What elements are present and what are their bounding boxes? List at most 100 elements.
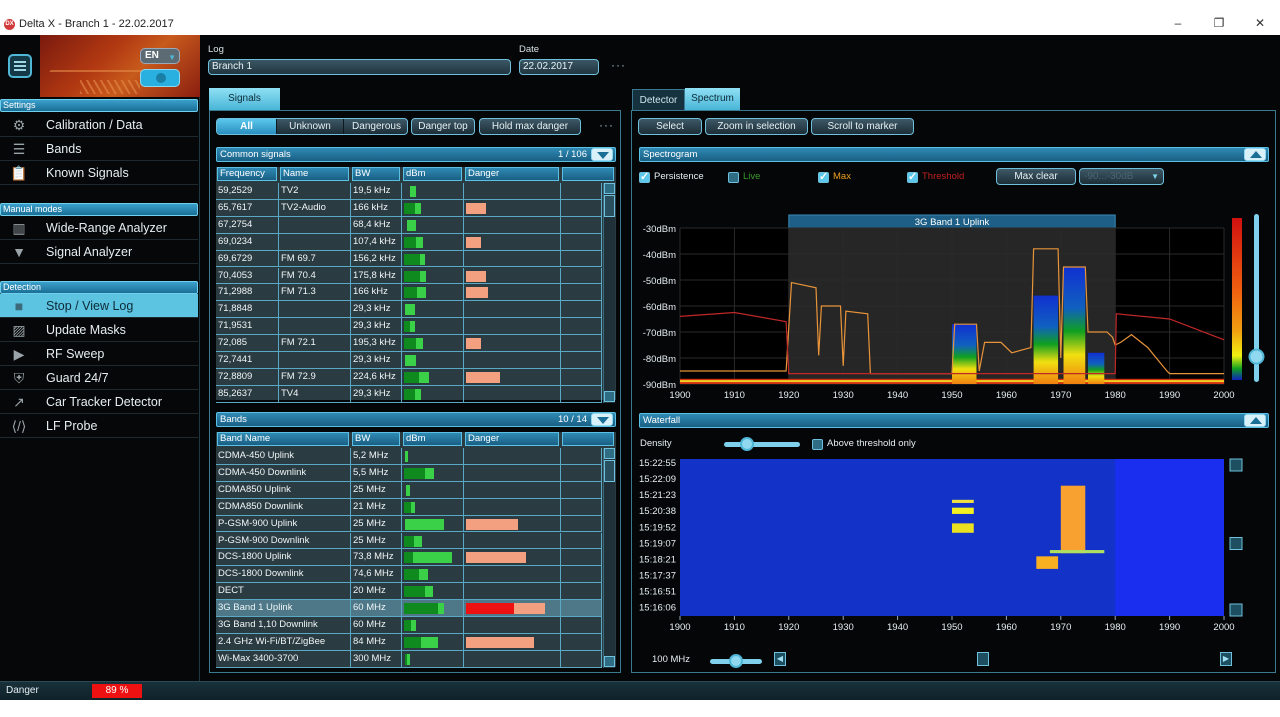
span-slider-handle[interactable] [729,654,743,668]
sidebar-item-bands[interactable]: ☰ Bands [0,137,198,161]
column-header[interactable]: Frequency [217,167,277,181]
vertical-scrollbar[interactable] [603,448,615,668]
horizontal-scroll-thumb[interactable] [977,652,989,666]
scroll-thumb[interactable] [604,195,615,217]
checkbox-live[interactable] [728,172,739,183]
scroll-right-button[interactable]: ▶ [1220,652,1232,666]
sidebar-item-lf-probe[interactable]: ⟨/⟩ LF Probe [0,414,198,438]
checkbox-persistence[interactable] [639,170,650,183]
maximize-button[interactable]: ❐ [1209,15,1229,31]
table-row[interactable]: CDMA-450 Uplink 5,2 MHz [216,448,602,465]
table-row[interactable]: CDMA-450 Downlink 5,5 MHz [216,464,602,482]
sidebar-item-car-tracker-detector[interactable]: ↗ Car Tracker Detector [0,390,198,414]
column-header[interactable]: Band Name [217,432,349,446]
column-header[interactable]: BW [352,167,400,181]
table-row[interactable]: DCS-1800 Downlink 74,6 MHz [216,566,602,584]
sidebar-item-known-signals[interactable]: 📋 Known Signals [0,161,198,185]
column-header[interactable]: dBm [403,167,462,181]
scroll-up-button[interactable] [604,448,615,459]
table-row[interactable]: DECT 20 MHz [216,583,602,601]
hamburger-menu-button[interactable] [8,54,32,78]
table-row[interactable]: 3G Band 1 Uplink 60 MHz [216,600,602,617]
sidebar-item-guard-24-7[interactable]: ⛨ Guard 24/7 [0,366,198,390]
table-row[interactable]: 72,085 FM 72.1 195,3 kHz [216,335,602,352]
table-row[interactable]: 85,2637 TV4 29,3 kHz [216,385,602,403]
sidebar-item-update-masks[interactable]: ▨ Update Masks [0,318,198,342]
scroll-down-button[interactable] [1229,603,1243,617]
sidebar-item-stop-view-log[interactable]: ■ Stop / View Log [0,294,198,318]
date-input[interactable]: 22.02.2017 [519,59,599,75]
scroll-left-button[interactable]: ◀ [774,652,786,666]
scroll-up-button[interactable] [604,183,615,194]
collapse-button[interactable] [1244,148,1266,161]
table-row[interactable]: 71,2988 FM 71.3 166 kHz [216,284,602,302]
column-header[interactable]: dBm [403,432,462,446]
column-header[interactable]: Danger [465,167,559,181]
close-button[interactable]: ✕ [1250,15,1270,31]
collapse-button[interactable] [1244,414,1266,427]
scroll-up-button[interactable] [1229,458,1243,472]
sidebar-item-calibration-data[interactable]: ⚙ Calibration / Data [0,113,198,137]
table-row[interactable]: CDMA850 Downlink 21 MHz [216,498,602,516]
column-header[interactable] [562,167,614,181]
table-row[interactable]: 72,8809 FM 72.9 224,6 kHz [216,368,602,386]
spectrogram-chart[interactable]: 3G Band 1 Uplink 1900 1910 1920 1930 1940 1950… [632,191,1272,413]
table-row[interactable]: 65,7617 TV2-Audio 166 kHz [216,199,602,217]
table-row[interactable]: 69,6729 FM 69.7 156,2 kHz [216,250,602,268]
zoom-in-selection-button[interactable]: Zoom in selection [705,118,808,135]
power-button[interactable] [140,69,180,87]
above-threshold-checkbox[interactable] [812,439,823,450]
column-header[interactable] [562,432,614,446]
table-row[interactable]: P-GSM-900 Uplink 25 MHz [216,515,602,533]
hold-max-danger-button[interactable]: Hold max danger [479,118,581,135]
minimize-button[interactable]: – [1168,15,1188,31]
log-input[interactable]: Branch 1 [208,59,511,75]
table-row[interactable]: 72,7441 29,3 kHz [216,352,602,369]
select-button[interactable]: Select [638,118,702,135]
language-select[interactable]: EN ▼ [140,48,180,64]
table-row[interactable]: 59,2529 TV2 19,5 kHz [216,183,602,200]
column-header[interactable]: Danger [465,432,559,446]
filter-dangerous-button[interactable]: Dangerous [344,119,407,134]
density-slider[interactable] [724,442,800,447]
filter-unknown-button[interactable]: Unknown [277,119,344,134]
table-row[interactable]: 71,8848 29,3 kHz [216,301,602,319]
table-row[interactable]: 71,9531 29,3 kHz [216,318,602,336]
table-row[interactable]: 3G Band 1,10 Downlink 60 MHz [216,617,602,634]
sidebar-item-wide-range-analyzer[interactable]: ▥ Wide-Range Analyzer [0,216,198,240]
sidebar-item-signal-analyzer[interactable]: ▼ Signal Analyzer [0,240,198,264]
table-row[interactable]: 69,0234 107,4 kHz [216,233,602,251]
checkbox-threshold[interactable] [907,170,918,183]
vertical-scrollbar[interactable] [603,183,615,403]
table-row[interactable]: CDMA850 Uplink 25 MHz [216,481,602,499]
scroll-down-button[interactable] [604,390,615,402]
filter-all-button[interactable]: All [217,119,277,134]
column-header[interactable]: BW [352,432,400,446]
collapse-button[interactable] [591,413,613,426]
table-row[interactable]: Wi-Max 3400-3700 300 MHz [216,650,602,668]
level-slider-handle[interactable] [1248,348,1265,365]
table-row[interactable]: P-GSM-900 Downlink 25 MHz [216,532,602,550]
table-row[interactable]: 67,2754 68,4 kHz [216,216,602,234]
tab-spectrum[interactable]: Spectrum [685,88,740,110]
collapse-button[interactable] [591,148,613,161]
checkbox-max[interactable] [818,170,829,183]
sidebar-item-rf-sweep[interactable]: ▶ RF Sweep [0,342,198,366]
danger-top-button[interactable]: Danger top [411,118,475,135]
scroll-thumb[interactable] [604,460,615,482]
waterfall-chart[interactable]: 15:22:55 15:22:09 15:21:23 15:20:38 15:19:52… [632,451,1272,641]
scroll-to-marker-button[interactable]: Scroll to marker [811,118,914,135]
scroll-down-button[interactable] [604,655,615,667]
table-row[interactable]: DCS-1800 Uplink 73,8 MHz [216,549,602,567]
scroll-thumb[interactable] [1229,537,1243,550]
range-select[interactable]: -90...-30dB ▼ [1079,168,1164,185]
date-more-button[interactable]: ··· [611,58,626,72]
tab-signals[interactable]: Signals [209,88,280,110]
max-clear-button[interactable]: Max clear [996,168,1076,185]
tab-detector[interactable]: Detector [632,89,685,111]
table-row[interactable]: 70,4053 FM 70.4 175,8 kHz [216,267,602,285]
density-slider-handle[interactable] [739,437,754,451]
signals-more-button[interactable]: ··· [599,118,614,132]
table-row[interactable]: 2.4 GHz Wi-Fi/BT/ZigBee 84 MHz [216,633,602,651]
column-header[interactable]: Name [280,167,349,181]
